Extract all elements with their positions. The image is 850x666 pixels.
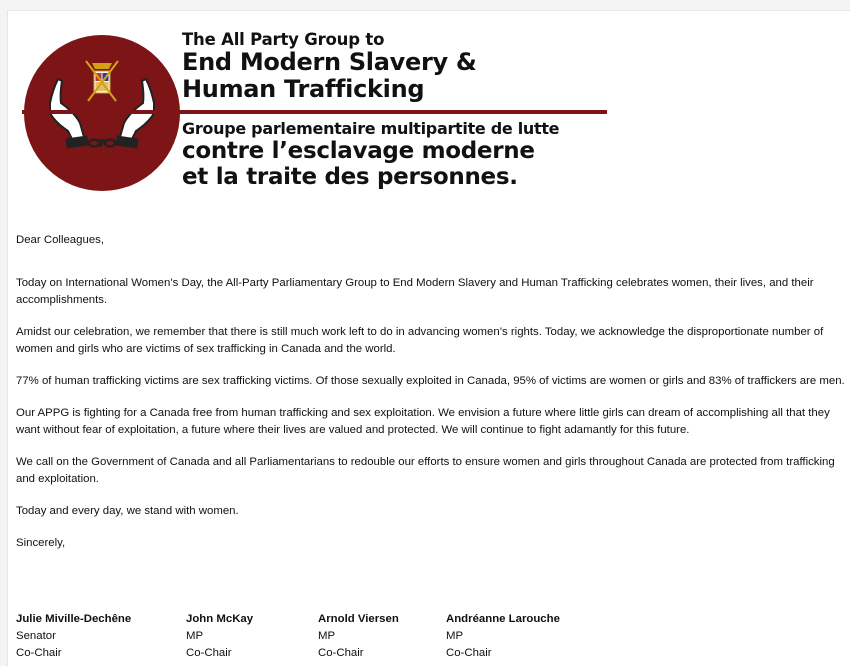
signature-block: Andréanne Larouche MP Co-Chair xyxy=(446,611,560,662)
heading-en-line1: The All Party Group to xyxy=(182,30,385,49)
signatory-title: Co-Chair xyxy=(16,647,62,659)
greeting: Dear Colleagues, xyxy=(16,234,105,246)
heading-fr-line1: Groupe parlementaire multipartite de lut… xyxy=(182,119,560,138)
paragraph: Today and every day, we stand with women… xyxy=(16,505,239,517)
paragraph: Amidst our celebration, we remember that… xyxy=(16,326,824,355)
heading-fr-line3: et la traite des personnes. xyxy=(182,164,518,190)
signature-block: Arnold Viersen MP Co-Chair xyxy=(318,611,399,662)
signatory-role: MP xyxy=(446,630,464,642)
signatory-title: Co-Chair xyxy=(446,647,492,659)
header-divider xyxy=(22,110,607,114)
paragraph: Our APPG is fighting for a Canada free f… xyxy=(16,407,830,436)
signatory-name: John McKay xyxy=(186,613,254,625)
heading-fr-line2: contre l’esclavage moderne xyxy=(182,138,535,164)
heading-english: The All Party Group to End Modern Slaver… xyxy=(182,30,477,103)
letter-page: The All Party Group to End Modern Slaver… xyxy=(7,10,850,666)
paragraph: Today on International Women’s Day, the … xyxy=(16,277,814,306)
signatory-role: MP xyxy=(318,630,336,642)
paragraph: We call on the Government of Canada and … xyxy=(16,456,835,485)
signature-block: Julie Miville-Dechêne Senator Co-Chair xyxy=(16,611,131,662)
heading-french: Groupe parlementaire multipartite de lut… xyxy=(182,119,560,190)
signatory-name: Arnold Viersen xyxy=(318,613,399,625)
heading-en-line2: End Modern Slavery & xyxy=(182,48,477,76)
paragraph: 77% of human trafficking victims are sex… xyxy=(16,375,845,387)
signatory-name: Andréanne Larouche xyxy=(446,613,560,625)
signatory-title: Co-Chair xyxy=(318,647,364,659)
letter-body: Dear Colleagues, Today on International … xyxy=(16,232,850,567)
closing: Sincerely, xyxy=(16,537,66,549)
signatory-title: Co-Chair xyxy=(186,647,232,659)
signature-block: John McKay MP Co-Chair xyxy=(186,611,253,662)
signatory-role: Senator xyxy=(16,630,56,642)
signatory-role: MP xyxy=(186,630,204,642)
heading-en-line3: Human Trafficking xyxy=(182,75,425,103)
signatory-name: Julie Miville-Dechêne xyxy=(16,613,132,625)
